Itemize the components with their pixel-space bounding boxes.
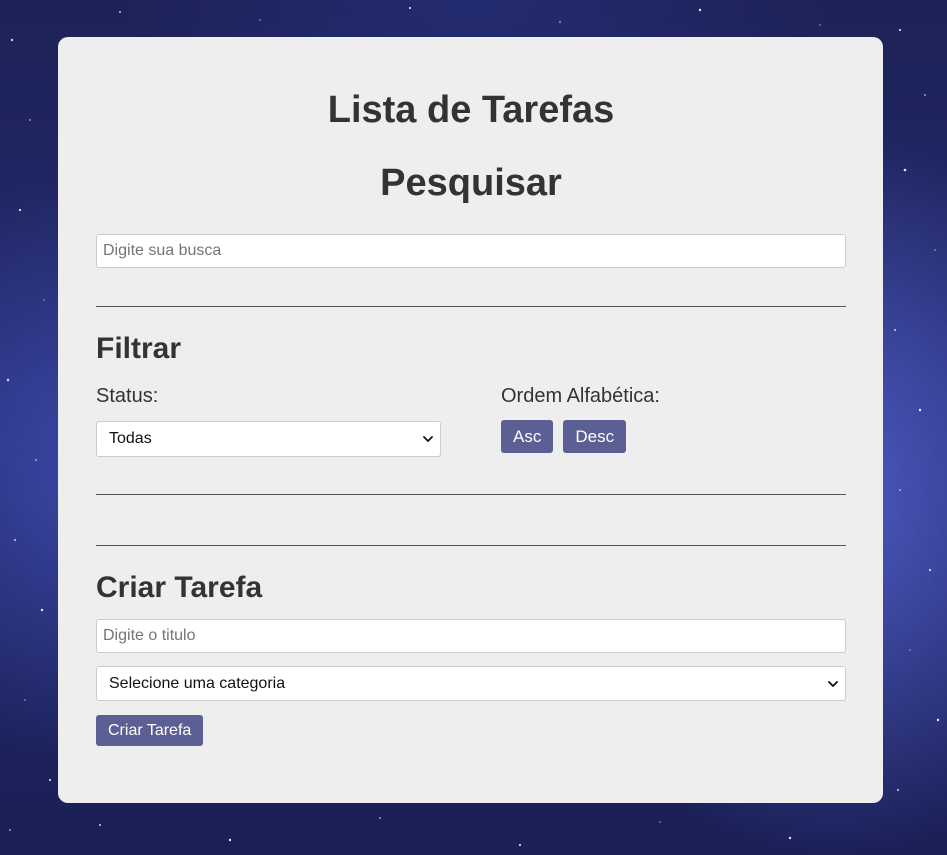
status-select-value: Todas [109, 430, 152, 447]
create-task-heading: Criar Tarefa [96, 571, 263, 604]
search-heading: Pesquisar [380, 162, 562, 204]
filter-controls: Status: Todas Ordem Alfabética: Asc Desc [96, 384, 846, 457]
filter-heading: Filtrar [96, 332, 182, 365]
task-list-card: Lista de Tarefas Pesquisar Filtrar Statu… [58, 37, 883, 803]
task-title-input[interactable] [96, 619, 846, 653]
status-filter: Status: Todas [96, 384, 501, 457]
create-task-button[interactable]: Criar Tarefa [96, 715, 204, 746]
category-select[interactable]: Selecione uma categoria [96, 666, 846, 701]
order-buttons: Asc Desc [501, 420, 846, 453]
chevron-down-icon [828, 681, 838, 687]
chevron-down-icon [423, 436, 433, 442]
order-label: Ordem Alfabética: [501, 385, 660, 407]
alphabetical-order: Ordem Alfabética: Asc Desc [501, 384, 846, 457]
divider-search [96, 306, 846, 307]
status-label: Status: [96, 385, 159, 407]
status-select[interactable]: Todas [96, 421, 441, 457]
divider-tasks [96, 545, 846, 546]
sort-desc-button[interactable]: Desc [563, 420, 627, 453]
category-select-value: Selecione uma categoria [109, 675, 286, 692]
sort-asc-button[interactable]: Asc [501, 420, 554, 453]
task-list [96, 495, 846, 545]
page-title: Lista de Tarefas [327, 89, 615, 131]
search-input[interactable] [96, 234, 846, 268]
